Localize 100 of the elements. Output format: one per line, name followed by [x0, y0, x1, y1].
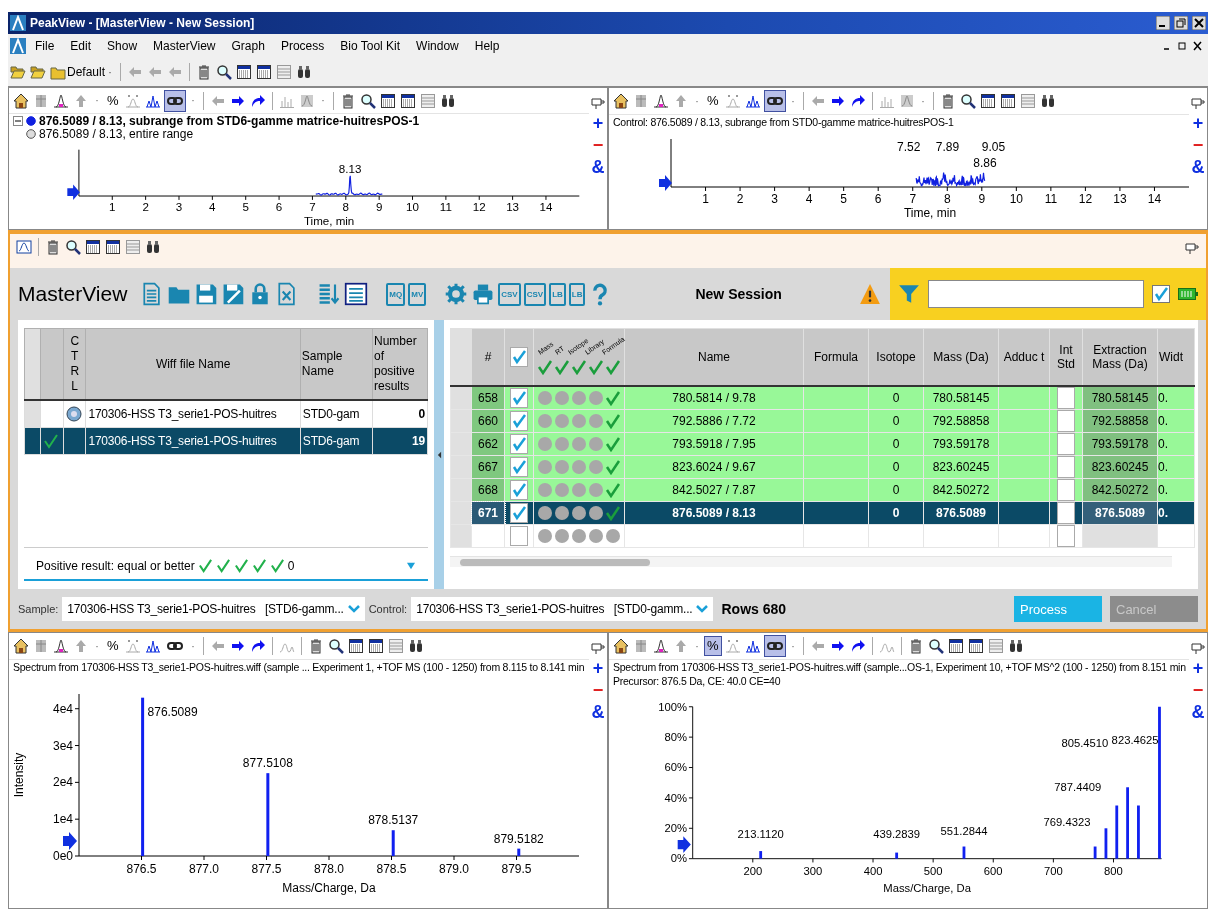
- filter-checkbox[interactable]: [1152, 285, 1170, 303]
- restore-button[interactable]: [1174, 16, 1188, 30]
- settings-icon[interactable]: [444, 281, 469, 307]
- trace-button[interactable]: −: [1192, 136, 1204, 154]
- home-icon[interactable]: [613, 93, 629, 109]
- filter-icon[interactable]: [898, 283, 920, 305]
- sample-dropdown[interactable]: 170306-HSS T3_serie1-POS-huitres [STD6-gamm...: [62, 597, 365, 621]
- checkbox[interactable]: [1057, 502, 1075, 524]
- table-icon[interactable]: [399, 92, 416, 109]
- open-folder-icon[interactable]: [10, 64, 26, 80]
- right-arrow-icon[interactable]: [229, 638, 246, 654]
- peak-tool-icon[interactable]: [298, 92, 315, 109]
- curved-arrow-icon[interactable]: [849, 638, 866, 654]
- menu-item[interactable]: Show: [100, 39, 145, 53]
- menu-item[interactable]: Edit: [63, 39, 99, 53]
- checkbox[interactable]: [510, 388, 528, 408]
- menu-item[interactable]: Window: [409, 39, 466, 53]
- check-icon[interactable]: [588, 359, 604, 375]
- check-icon[interactable]: [197, 558, 213, 573]
- checkbox[interactable]: [1057, 433, 1075, 455]
- right-arrow-icon[interactable]: [829, 638, 846, 654]
- search-icon[interactable]: [327, 638, 344, 654]
- curved-arrow-icon[interactable]: [249, 638, 266, 654]
- trace-button[interactable]: &: [591, 158, 605, 176]
- link-button[interactable]: [164, 90, 185, 111]
- trace-button[interactable]: +: [592, 114, 604, 132]
- close-button[interactable]: [1192, 16, 1206, 30]
- caret-icon[interactable]: [93, 98, 101, 104]
- search-icon[interactable]: [359, 92, 376, 109]
- child-window-controls-icon[interactable]: [1162, 40, 1202, 52]
- open-folder-icon[interactable]: [30, 64, 46, 80]
- percent-button[interactable]: %: [105, 91, 121, 110]
- right-arrow-icon[interactable]: [829, 93, 846, 109]
- trash-icon[interactable]: [45, 239, 61, 255]
- sample-row[interactable]: 170306-HSS T3_serie1-POS-huitres STD0-gam 0: [24, 400, 428, 428]
- peak-tool-icon[interactable]: [898, 93, 915, 109]
- warning-icon[interactable]: [859, 283, 881, 305]
- percent-button[interactable]: %: [105, 637, 121, 655]
- peak-icon[interactable]: [653, 638, 669, 654]
- check-icon[interactable]: [269, 558, 285, 573]
- table-icon[interactable]: [344, 281, 369, 307]
- layout-dropdown[interactable]: Default: [50, 64, 115, 80]
- trace-button[interactable]: &: [1191, 158, 1205, 176]
- table-icon[interactable]: [236, 64, 253, 80]
- table-icon[interactable]: [367, 638, 384, 654]
- caret-icon[interactable]: [693, 643, 701, 649]
- trace-marker-icon[interactable]: [26, 128, 36, 139]
- menu-item[interactable]: Help: [467, 39, 507, 53]
- checkbox[interactable]: [510, 457, 528, 477]
- link-button[interactable]: [764, 91, 785, 111]
- trace-button[interactable]: +: [1192, 114, 1204, 132]
- trace-button[interactable]: −: [592, 681, 604, 699]
- binoculars-icon[interactable]: [1007, 638, 1024, 654]
- checkbox[interactable]: [1057, 479, 1075, 501]
- collapse-icon[interactable]: [13, 115, 23, 126]
- sample-row[interactable]: 170306-HSS T3_serie1-POS-huitres STD6-gam 19: [24, 427, 428, 455]
- disc-icon[interactable]: [65, 406, 82, 422]
- table-icon[interactable]: [947, 638, 964, 654]
- check-icon[interactable]: [233, 558, 249, 573]
- curved-arrow-icon[interactable]: [849, 93, 866, 109]
- checkbox[interactable]: [1057, 410, 1075, 432]
- check-icon[interactable]: [605, 359, 621, 375]
- search-icon[interactable]: [927, 638, 944, 654]
- checkbox[interactable]: [510, 480, 528, 500]
- percent-button[interactable]: %: [705, 637, 721, 655]
- home-icon[interactable]: [13, 638, 29, 654]
- binoculars-icon[interactable]: [296, 64, 313, 80]
- table-icon[interactable]: [256, 64, 273, 80]
- dropdown-caret-icon[interactable]: [406, 561, 416, 570]
- checkbox[interactable]: [510, 347, 528, 367]
- check-icon[interactable]: [43, 433, 60, 449]
- horizontal-scrollbar[interactable]: [450, 556, 1172, 567]
- checkbox[interactable]: [510, 526, 528, 546]
- check-icon[interactable]: [571, 359, 587, 375]
- trace-button[interactable]: &: [591, 703, 605, 721]
- table-icon[interactable]: [347, 638, 364, 654]
- check-icon[interactable]: [537, 359, 553, 375]
- menu-item[interactable]: Process: [273, 39, 332, 53]
- peak-icon[interactable]: [53, 638, 69, 654]
- trace-button[interactable]: −: [592, 136, 604, 154]
- table-icon[interactable]: [379, 92, 396, 109]
- table-icon[interactable]: [105, 239, 121, 255]
- trace-button[interactable]: +: [1192, 659, 1204, 677]
- checkbox[interactable]: [510, 411, 528, 431]
- caret-icon[interactable]: [93, 643, 101, 649]
- home-icon[interactable]: [613, 638, 629, 654]
- link-button[interactable]: [764, 636, 785, 656]
- trace-button[interactable]: +: [592, 659, 604, 677]
- checkbox[interactable]: [1057, 525, 1075, 547]
- binoculars-icon[interactable]: [1039, 93, 1056, 109]
- binoculars-icon[interactable]: [439, 92, 456, 109]
- check-icon[interactable]: [251, 558, 267, 573]
- table-icon[interactable]: [967, 638, 984, 654]
- filter-field[interactable]: [928, 280, 1144, 308]
- checkbox[interactable]: [510, 503, 528, 523]
- check-icon[interactable]: [215, 558, 231, 573]
- menu-item[interactable]: Graph: [224, 39, 272, 53]
- trace-marker-icon[interactable]: [26, 115, 36, 126]
- table-icon[interactable]: [85, 239, 101, 255]
- chromatogram-icon[interactable]: [16, 239, 32, 255]
